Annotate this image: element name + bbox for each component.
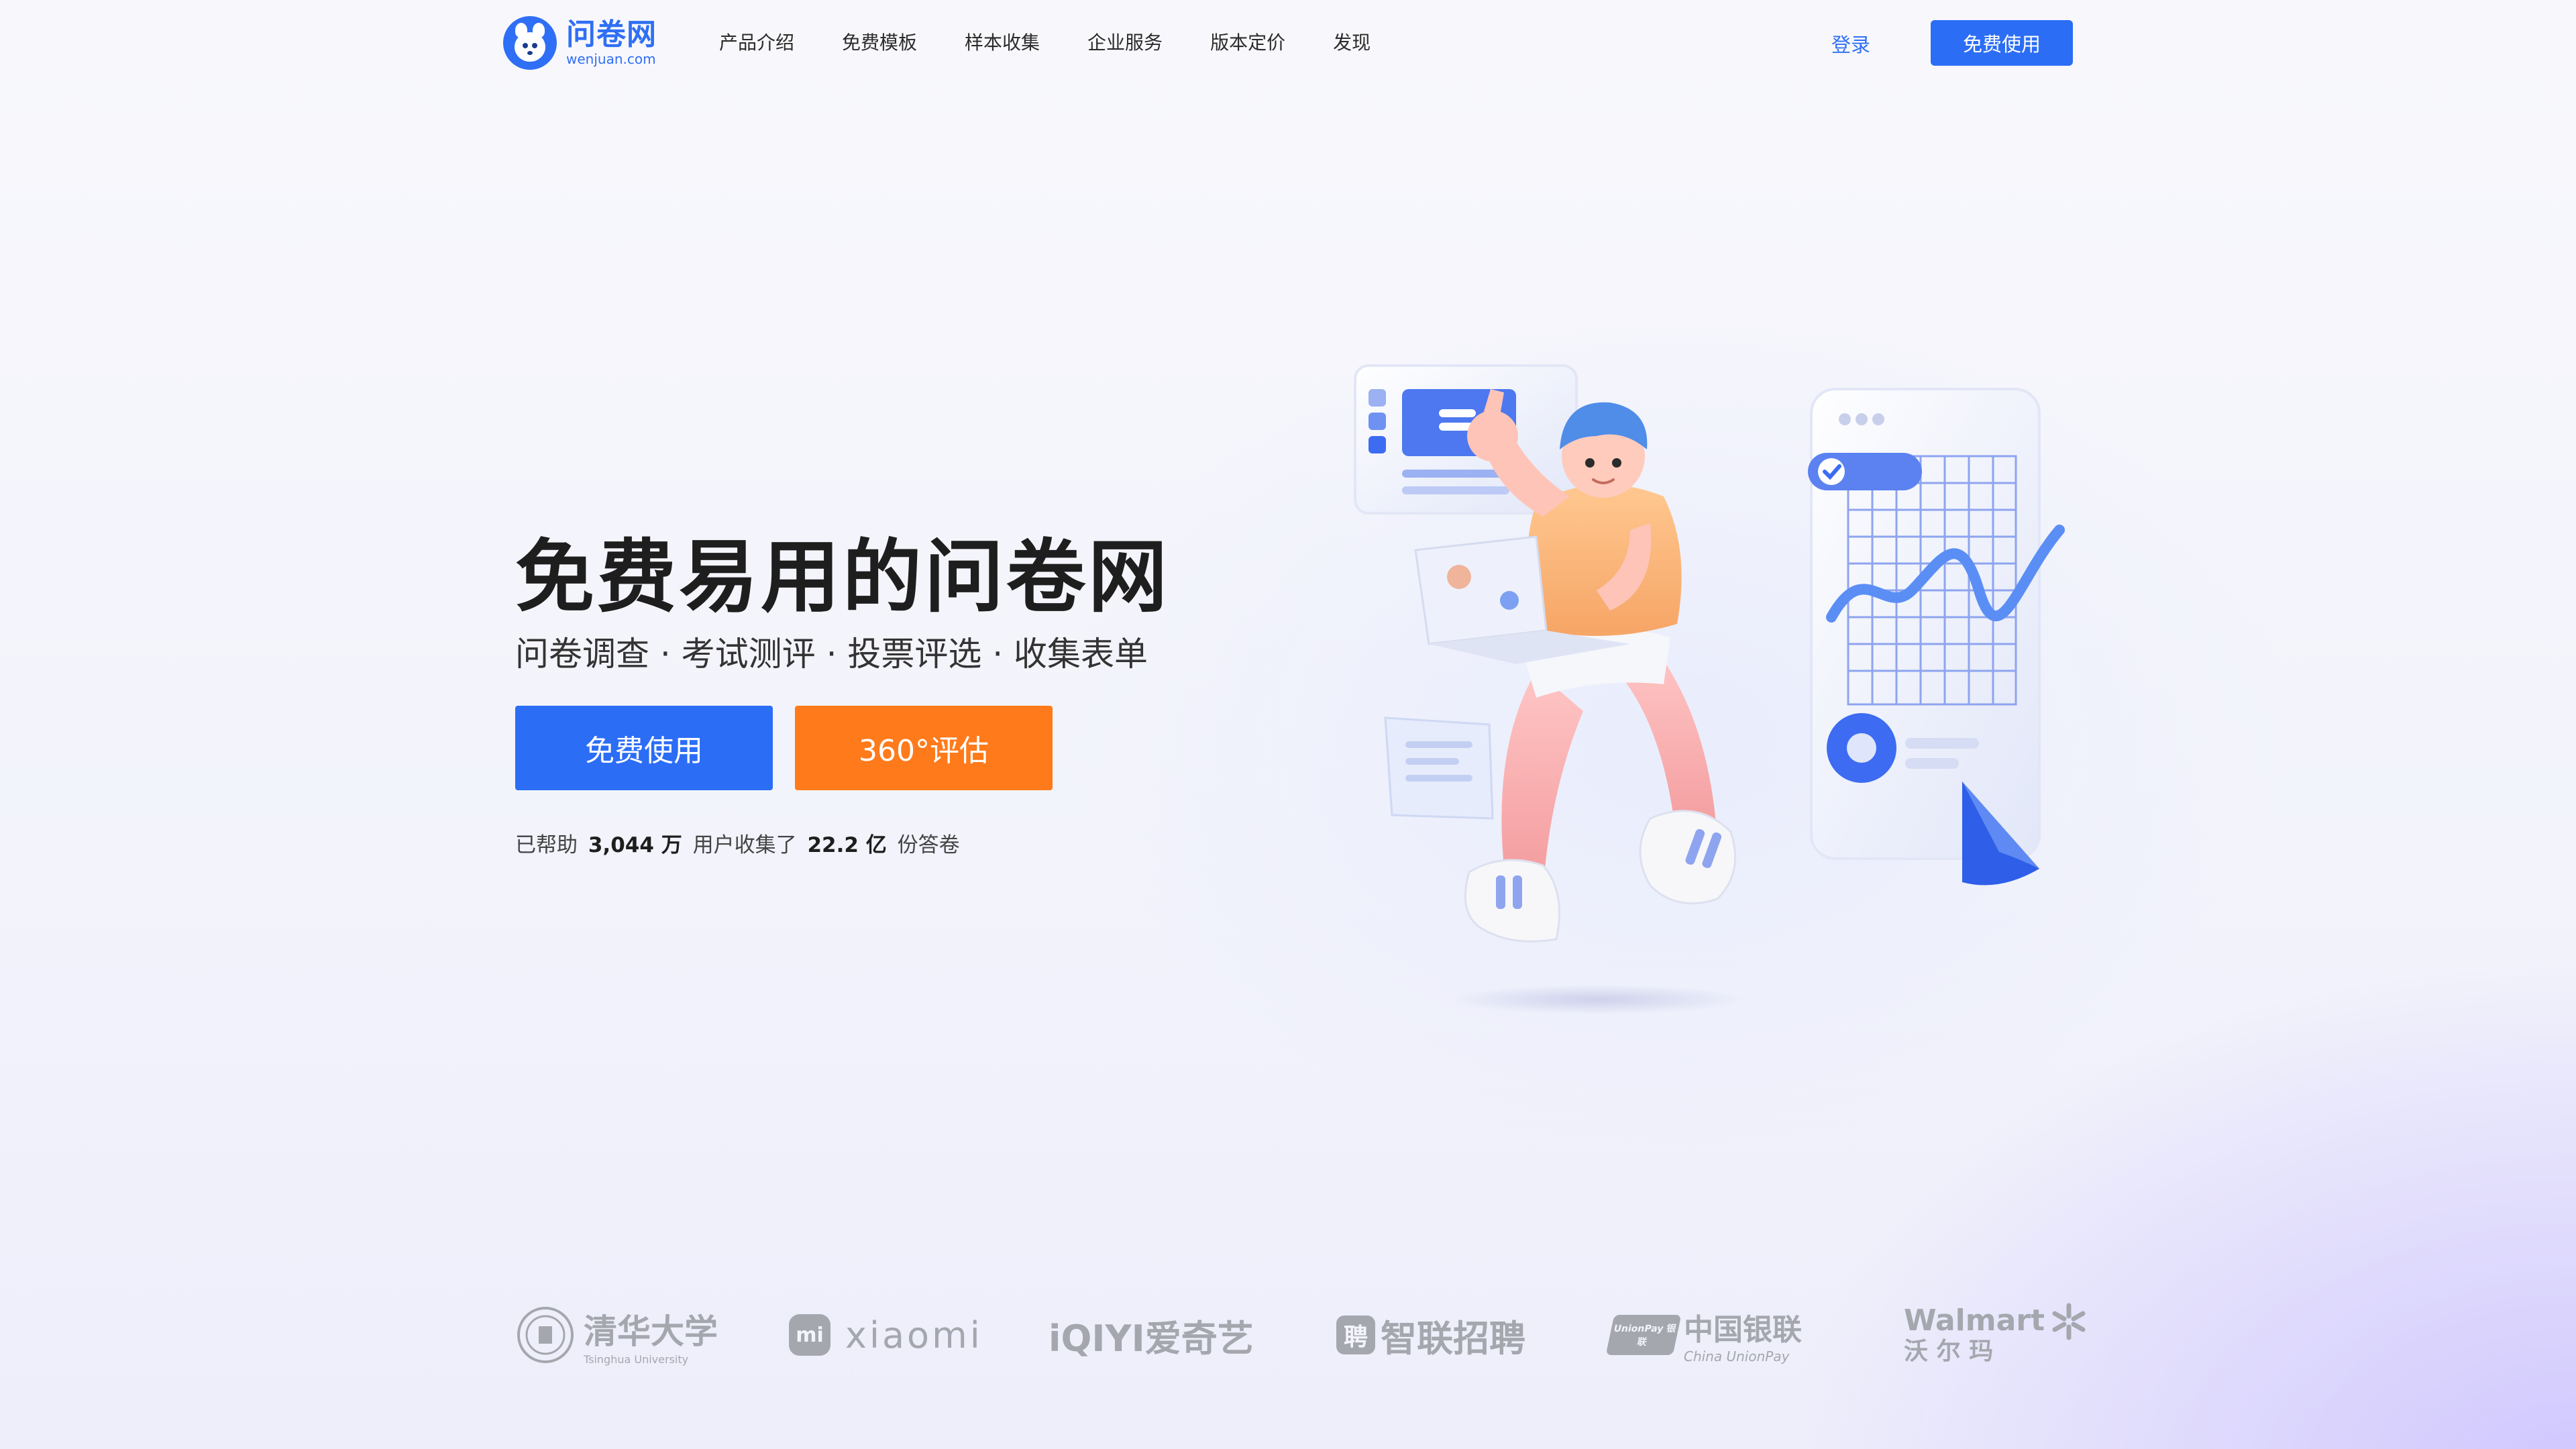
stats-middle: 用户收集了 xyxy=(692,833,797,857)
nav-item-free-templates[interactable]: 免费模板 xyxy=(842,28,917,55)
rabbit-logo-icon xyxy=(503,16,557,70)
stats-suffix: 份答卷 xyxy=(897,833,960,857)
hero-title: 免费易用的问卷网 xyxy=(515,531,1171,623)
logo-domain: wenjuan.com xyxy=(566,51,656,67)
paper-sheet-icon xyxy=(1384,716,1494,820)
zhaopin-name: 智联招聘 xyxy=(1381,1317,1525,1360)
xiaomi-name: xiaomi xyxy=(845,1313,983,1356)
header-free-use-button[interactable]: 免费使用 xyxy=(1931,20,2073,66)
nav-item-pricing[interactable]: 版本定价 xyxy=(1210,28,1285,55)
walmart-name: Walmart xyxy=(1904,1303,2045,1338)
logo-name: 问卷网 xyxy=(566,17,657,52)
hero-illustration xyxy=(1354,364,2065,1014)
tsinghua-seal-icon xyxy=(517,1307,574,1363)
logo-text: 问卷网 wenjuan.com xyxy=(566,20,657,66)
partner-logos: 清华大学 Tsinghua University mi xiaomi iQIYI… xyxy=(0,1295,2576,1382)
xiaomi-badge-icon: mi xyxy=(789,1314,830,1356)
check-badge-icon xyxy=(1808,453,1922,490)
unionpay-sub: China UnionPay xyxy=(1684,1348,1790,1364)
left-shoe xyxy=(1464,859,1560,943)
iqiyi-name: iQIYI爱奇艺 xyxy=(1049,1317,1254,1360)
partner-iqiyi: iQIYI爱奇艺 xyxy=(1049,1295,1254,1375)
partner-unionpay: UnionPay 银联 中国银联 China UnionPay xyxy=(1605,1295,1802,1375)
partner-xiaomi: mi xiaomi xyxy=(789,1295,983,1375)
main-nav: 产品介绍 免费模板 样本收集 企业服务 版本定价 发现 xyxy=(719,28,1418,55)
usage-stats: 已帮助 3,044 万 用户收集了 22.2 亿 份答卷 xyxy=(515,828,960,858)
site-logo[interactable]: 问卷网 wenjuan.com xyxy=(503,15,657,71)
nav-item-product-intro[interactable]: 产品介绍 xyxy=(719,28,794,55)
360-evaluation-button[interactable]: 360°评估 xyxy=(795,706,1053,790)
hero-subtitle: 问卷调查 · 考试测评 · 投票评选 · 收集表单 xyxy=(515,635,1148,674)
tsinghua-name: 清华大学 xyxy=(584,1311,718,1351)
stats-users: 3,044 万 xyxy=(588,833,682,857)
tsinghua-sub: Tsinghua University xyxy=(584,1352,689,1366)
nav-item-discover[interactable]: 发现 xyxy=(1333,28,1371,55)
walmart-sub: 沃 尔 玛 xyxy=(1904,1338,1994,1365)
nav-item-enterprise[interactable]: 企业服务 xyxy=(1087,28,1163,55)
free-use-button[interactable]: 免费使用 xyxy=(515,706,773,790)
zhaopin-badge-icon: 聘 xyxy=(1336,1316,1375,1354)
top-header: 问卷网 wenjuan.com 产品介绍 免费模板 样本收集 企业服务 版本定价… xyxy=(0,0,2576,87)
stats-prefix: 已帮助 xyxy=(515,833,578,857)
stats-responses: 22.2 亿 xyxy=(807,833,887,857)
partner-zhaopin: 聘 智联招聘 xyxy=(1336,1295,1525,1375)
unionpay-badge-icon: UnionPay 银联 xyxy=(1605,1315,1682,1355)
partner-tsinghua: 清华大学 Tsinghua University xyxy=(517,1295,718,1375)
unionpay-name: 中国银联 xyxy=(1684,1313,1802,1347)
right-shoe xyxy=(1639,810,1737,905)
walmart-spark-icon xyxy=(2052,1303,2086,1340)
floor-shadow xyxy=(1449,985,1744,1014)
page-background xyxy=(0,0,2576,1449)
login-link[interactable]: 登录 xyxy=(1831,30,1870,58)
nav-item-sample-collection[interactable]: 样本收集 xyxy=(965,28,1040,55)
partner-walmart: Walmart 沃 尔 玛 xyxy=(1904,1295,2089,1375)
